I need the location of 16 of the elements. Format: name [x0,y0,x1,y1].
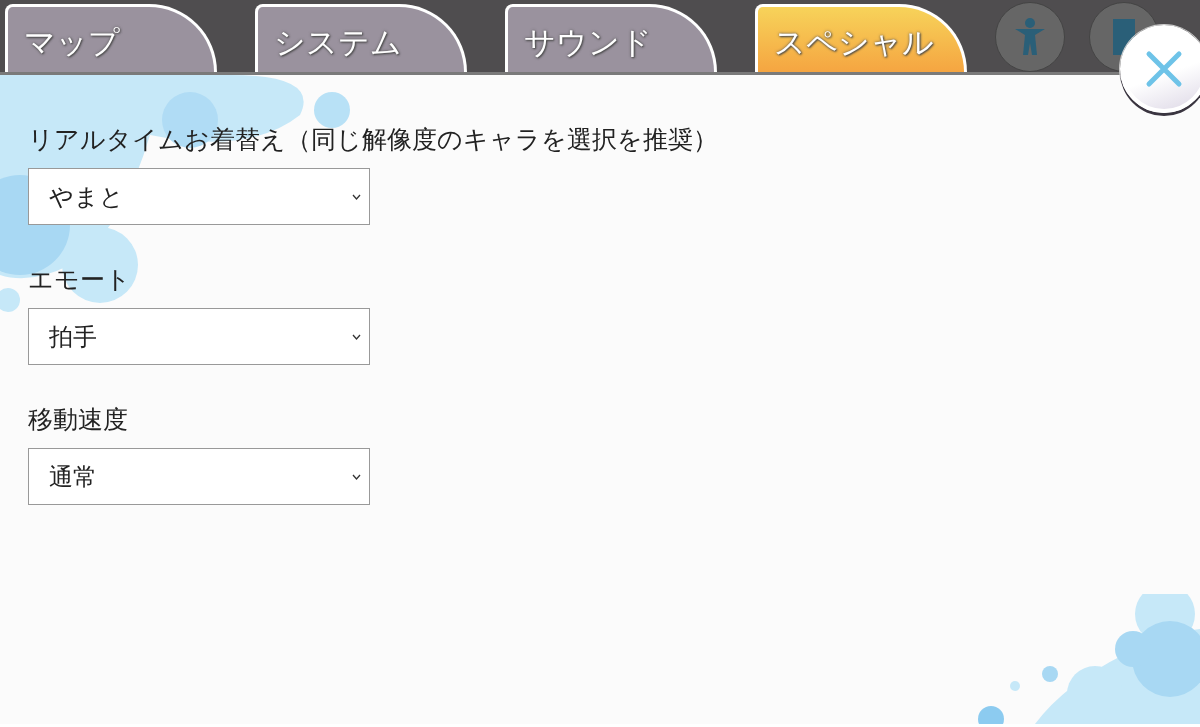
chevron-down-icon [352,193,361,200]
field-label: リアルタイムお着替え（同じ解像度のキャラを選択を推奨） [28,124,719,156]
chevron-down-icon [352,333,361,340]
tab[interactable]: システム [255,4,467,72]
tab[interactable]: スペシャル [755,4,967,72]
close-icon [1145,50,1183,88]
dropdown[interactable]: 通常 [28,448,370,505]
close-button[interactable] [1120,25,1200,113]
tab[interactable]: サウンド [505,4,717,72]
tab[interactable]: マップ [5,4,217,72]
chevron-down-icon [352,473,361,480]
dropdown[interactable]: やまと [28,168,370,225]
field-label: エモート [28,264,132,296]
person-icon [1013,17,1047,57]
field-label: 移動速度 [28,404,129,436]
dropdown[interactable]: 拍手 [28,308,370,365]
